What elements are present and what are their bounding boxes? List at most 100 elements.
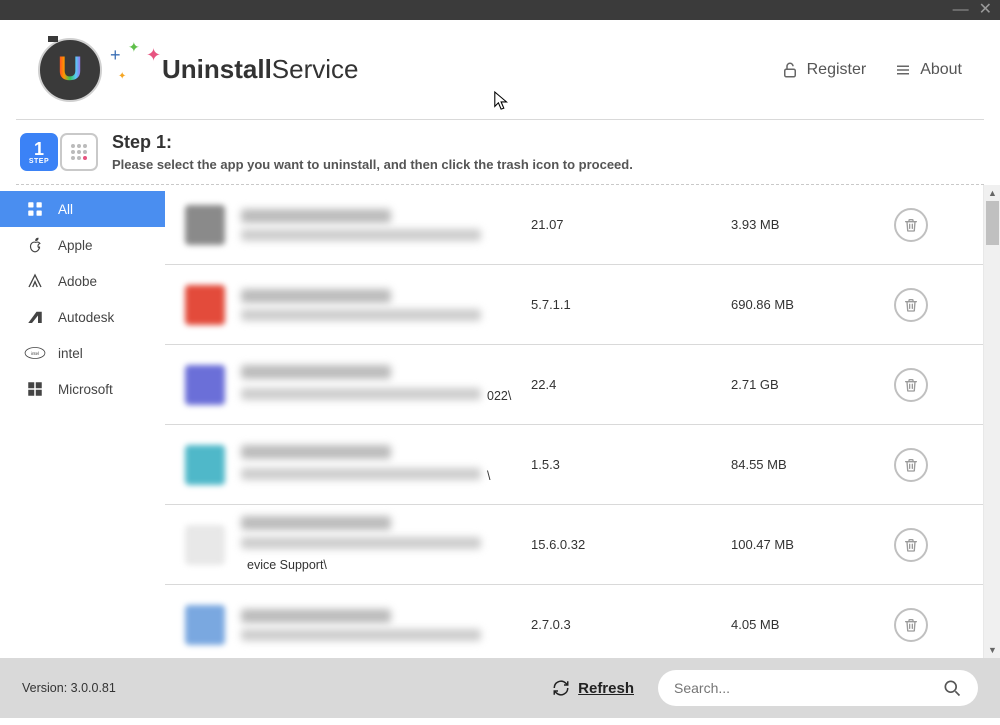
adobe-icon (24, 272, 46, 290)
sidebar-item-label: All (58, 202, 73, 217)
app-icon (185, 525, 225, 565)
app-icon (185, 365, 225, 405)
step-2-badge (60, 133, 98, 171)
trash-icon (903, 217, 919, 233)
grid-dots-icon (71, 144, 87, 160)
sidebar-item-label: Microsoft (58, 382, 113, 397)
app-list: 21.073.93 MB5.7.1.1690.86 MB022\22.42.71… (165, 185, 983, 658)
trash-icon (903, 297, 919, 313)
about-button[interactable]: About (894, 61, 962, 79)
app-row[interactable]: 022\22.42.71 GB (165, 345, 983, 425)
app-version: 22.4 (531, 377, 731, 392)
brand-name: UninstallService (162, 54, 359, 85)
version-label: Version: 3.0.0.81 (22, 681, 552, 695)
trash-col (891, 208, 931, 242)
app-path (241, 629, 481, 641)
app-row[interactable]: 21.073.93 MB (165, 185, 983, 265)
sidebar-item-label: intel (58, 346, 83, 361)
footer: Version: 3.0.0.81 Refresh (0, 658, 1000, 718)
app-icon (185, 205, 225, 245)
step-badge-label: STEP (29, 158, 49, 165)
window-close-button[interactable]: ✕ (979, 2, 992, 18)
refresh-icon (552, 679, 570, 697)
app-version: 1.5.3 (531, 457, 731, 472)
app-info: \ (241, 445, 531, 485)
register-button[interactable]: Register (781, 61, 867, 79)
app-path (241, 388, 481, 400)
app-name (241, 209, 391, 223)
sidebar-item-microsoft[interactable]: Microsoft (0, 371, 165, 407)
search-box[interactable] (658, 670, 978, 706)
microsoft-icon (24, 380, 46, 398)
scroll-down-button[interactable]: ▼ (984, 642, 1000, 658)
sidebar-item-autodesk[interactable]: Autodesk (0, 299, 165, 335)
app-size: 84.55 MB (731, 457, 891, 472)
uninstall-button[interactable] (894, 528, 928, 562)
sidebar-item-all[interactable]: All (0, 191, 165, 227)
app-path (241, 537, 481, 549)
scrollbar[interactable]: ▲ ▼ (983, 185, 1000, 658)
trash-col (891, 528, 931, 562)
register-label: Register (807, 61, 867, 79)
step-subtitle: Please select the app you want to uninst… (112, 157, 633, 172)
step-number: 1 (34, 140, 44, 158)
app-info (241, 209, 531, 241)
sidebar-item-intel[interactable]: intel intel (0, 335, 165, 371)
step-title: Step 1: (112, 132, 633, 153)
app-version: 15.6.0.32 (531, 537, 731, 552)
app-info (241, 609, 531, 641)
app-icon (185, 285, 225, 325)
grid-icon (24, 200, 46, 218)
window-titlebar: — ✕ (0, 0, 1000, 20)
apple-icon (24, 236, 46, 254)
trash-col (891, 608, 931, 642)
sidebar-item-label: Apple (58, 238, 93, 253)
app-header: U +✦✦✦ UninstallService Register About (16, 20, 984, 120)
app-icon (185, 445, 225, 485)
scroll-thumb[interactable] (986, 201, 999, 245)
app-row[interactable]: 2.7.0.34.05 MB (165, 585, 983, 658)
app-row[interactable]: evice Support\15.6.0.32100.47 MB (165, 505, 983, 585)
search-input[interactable] (674, 680, 942, 696)
trash-col (891, 288, 931, 322)
sidebar-item-apple[interactable]: Apple (0, 227, 165, 263)
app-name (241, 609, 391, 623)
app-version: 5.7.1.1 (531, 297, 731, 312)
app-size: 3.93 MB (731, 217, 891, 232)
uninstall-button[interactable] (894, 368, 928, 402)
app-path (241, 468, 481, 480)
sidebar-item-label: Autodesk (58, 310, 114, 325)
logo-area: U +✦✦✦ UninstallService (38, 38, 781, 102)
app-version: 2.7.0.3 (531, 617, 731, 632)
app-row[interactable]: \ 1.5.384.55 MB (165, 425, 983, 505)
header-actions: Register About (781, 61, 962, 79)
uninstall-button[interactable] (894, 208, 928, 242)
app-size: 4.05 MB (731, 617, 891, 632)
app-name (241, 445, 391, 459)
trash-col (891, 368, 931, 402)
menu-icon (894, 61, 912, 79)
scroll-up-button[interactable]: ▲ (984, 185, 1000, 201)
app-size: 690.86 MB (731, 297, 891, 312)
brand-strong: Uninstall (162, 54, 272, 84)
app-path-tail: \ (487, 469, 490, 483)
app-row[interactable]: 5.7.1.1690.86 MB (165, 265, 983, 345)
uninstall-button[interactable] (894, 608, 928, 642)
lock-open-icon (781, 61, 799, 79)
step-bar: 1 STEP Step 1: Please select the app you… (0, 120, 1000, 184)
sidebar-item-adobe[interactable]: Adobe (0, 263, 165, 299)
uninstall-button[interactable] (894, 448, 928, 482)
trash-icon (903, 377, 919, 393)
app-info: evice Support\ (241, 516, 531, 574)
step-indicator: 1 STEP (20, 133, 98, 171)
refresh-button[interactable]: Refresh (552, 679, 634, 697)
window-minimize-button[interactable]: — (953, 2, 969, 18)
autodesk-icon (24, 308, 46, 326)
uninstall-button[interactable] (894, 288, 928, 322)
app-size: 100.47 MB (731, 537, 891, 552)
app-info: 022\ (241, 365, 531, 405)
app-version: 21.07 (531, 217, 731, 232)
app-path-tail: 022\ (487, 389, 511, 403)
svg-text:intel: intel (31, 351, 39, 356)
refresh-label: Refresh (578, 680, 634, 697)
